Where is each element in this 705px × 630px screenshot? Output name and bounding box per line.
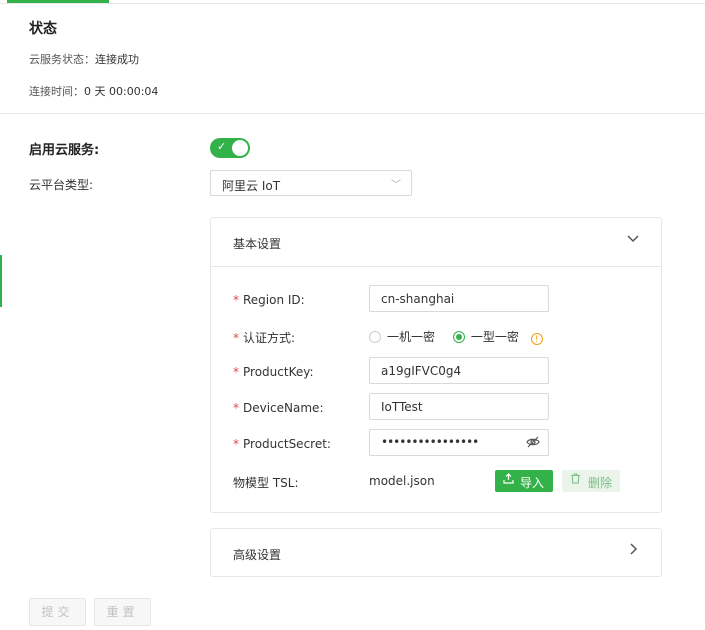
auth-method-label: * 认证方式:	[233, 329, 295, 346]
chevron-down-icon: ﹀	[391, 180, 401, 191]
region-id-label: * Region ID:	[233, 293, 305, 307]
radio-label-one-type[interactable]: 一型一密	[471, 330, 519, 344]
required-mark: *	[233, 293, 239, 307]
productkey-label: * ProductKey:	[233, 365, 314, 379]
platform-type-label: 云平台类型:	[29, 178, 94, 192]
import-label: 导入	[520, 476, 545, 490]
basic-settings-title: 基本设置	[233, 237, 282, 251]
submit-button[interactable]: 提交	[29, 598, 86, 626]
enable-cloud-label: 启用云服务:	[29, 143, 100, 158]
devicename-input[interactable]: IoTTest	[369, 393, 549, 420]
enable-cloud-toggle[interactable]: ✓	[210, 138, 250, 158]
advanced-settings-panel[interactable]: 高级设置	[210, 528, 662, 577]
productkey-label-text: ProductKey:	[243, 365, 314, 379]
import-button[interactable]: 导入	[495, 470, 553, 492]
region-id-label-text: Region ID:	[243, 293, 305, 307]
required-mark: *	[233, 437, 239, 451]
tsl-filename: model.json	[369, 474, 435, 488]
region-id-input[interactable]: cn-shanghai	[369, 285, 549, 312]
chevron-right-icon	[627, 543, 639, 559]
upload-icon	[503, 473, 514, 487]
delete-label: 删除	[588, 476, 613, 490]
auth-method-radio-group: 一机一密 一型一密 !	[369, 328, 543, 346]
auth-method-label-text: 认证方式:	[243, 331, 296, 345]
required-mark: *	[233, 365, 239, 379]
section-divider	[0, 113, 705, 114]
trash-icon	[570, 473, 581, 487]
required-mark: *	[233, 401, 239, 415]
chevron-down-icon	[627, 232, 639, 248]
reset-button[interactable]: 重置	[94, 598, 151, 626]
platform-type-select[interactable]: 阿里云 IoT ﹀	[210, 170, 412, 196]
radio-label-one-device[interactable]: 一机一密	[387, 330, 435, 344]
productsecret-input[interactable]: ••••••••••••••••	[369, 429, 549, 456]
status-title: 状态	[29, 21, 57, 37]
advanced-settings-header[interactable]: 高级设置	[211, 529, 661, 577]
basic-settings-header[interactable]: 基本设置	[211, 218, 661, 266]
platform-type-value: 阿里云 IoT	[222, 179, 281, 193]
devicename-label-text: DeviceName:	[243, 401, 324, 415]
top-divider	[0, 3, 705, 4]
info-icon[interactable]: !	[530, 333, 543, 345]
cloud-status-label: 云服务状态：	[29, 53, 95, 66]
radio-one-device-one-secret[interactable]	[369, 331, 381, 343]
required-mark: *	[233, 331, 239, 345]
connect-time-value: 0 天 00:00:04	[84, 85, 159, 98]
productsecret-label-text: ProductSecret:	[243, 437, 331, 451]
devicename-label: * DeviceName:	[233, 401, 323, 415]
productsecret-value: ••••••••••••••••	[381, 435, 479, 449]
panel-divider	[211, 266, 661, 267]
productkey-input[interactable]: a19gIFVC0g4	[369, 357, 549, 384]
productkey-value: a19gIFVC0g4	[381, 364, 462, 378]
cloud-status: 云服务状态：连接成功	[29, 51, 139, 67]
advanced-settings-title: 高级设置	[233, 548, 282, 562]
tsl-label: 物模型 TSL:	[233, 476, 299, 490]
cloud-status-value: 连接成功	[95, 53, 139, 66]
productsecret-label: * ProductSecret:	[233, 437, 331, 451]
connect-time: 连接时间：0 天 00:00:04	[29, 83, 158, 99]
delete-button[interactable]: 删除	[562, 470, 620, 492]
toggle-knob	[232, 140, 248, 156]
check-icon: ✓	[217, 140, 227, 153]
eye-off-icon[interactable]	[526, 435, 540, 452]
devicename-value: IoTTest	[381, 400, 423, 414]
basic-settings-panel: 基本设置 * Region ID: cn-shanghai * 认证方式: 一机一密…	[210, 217, 662, 513]
side-accent-bar	[0, 255, 2, 307]
radio-one-type-one-secret[interactable]	[452, 331, 465, 343]
connect-time-label: 连接时间：	[29, 85, 84, 98]
region-id-value: cn-shanghai	[381, 292, 455, 306]
